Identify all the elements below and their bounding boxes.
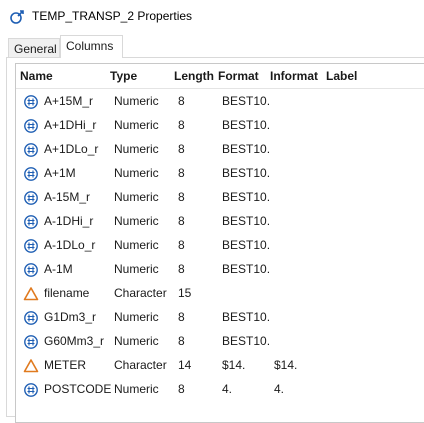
cell-name: G60Mm3_r <box>44 334 105 348</box>
table-row[interactable]: A+1M Numeric 8 BEST10. <box>16 162 424 186</box>
cell-name: A-15M_r <box>44 190 91 204</box>
table-row[interactable]: POSTCODE Numeric 8 4. 4. <box>16 378 424 402</box>
cell-name: A+1DLo_r <box>44 142 99 156</box>
cell-format: BEST10. <box>222 310 271 324</box>
table-properties-icon <box>10 10 24 24</box>
cell-length: 15 <box>178 286 192 300</box>
cell-name: A+1DHi_r <box>44 118 97 132</box>
numeric-icon <box>24 119 38 133</box>
cell-type: Numeric <box>114 262 159 276</box>
cell-length: 8 <box>178 382 185 396</box>
cell-length: 14 <box>178 358 192 372</box>
table-row[interactable]: A+1DHi_r Numeric 8 BEST10. <box>16 114 424 138</box>
cell-type: Numeric <box>114 142 159 156</box>
cell-format: BEST10. <box>222 334 271 348</box>
cell-type: Numeric <box>114 382 159 396</box>
cell-length: 8 <box>178 142 185 156</box>
cell-type: Numeric <box>114 190 159 204</box>
cell-length: 8 <box>178 166 185 180</box>
cell-format: BEST10. <box>222 118 271 132</box>
table-row[interactable]: METER Character 14 $14. $14. <box>16 354 424 378</box>
cell-format: $14. <box>222 358 246 372</box>
numeric-icon <box>24 143 38 157</box>
cell-type: Numeric <box>114 214 159 228</box>
numeric-icon <box>24 239 38 253</box>
table-row[interactable]: filename Character 15 <box>16 282 424 306</box>
numeric-icon <box>24 95 38 109</box>
header-label[interactable]: Label <box>326 69 357 83</box>
cell-format: BEST10. <box>222 190 271 204</box>
cell-length: 8 <box>178 238 185 252</box>
cell-length: 8 <box>178 190 185 204</box>
window-title: TEMP_TRANSP_2 Properties <box>32 9 193 23</box>
cell-name: A-1DHi_r <box>44 214 94 228</box>
table-row[interactable]: A+1DLo_r Numeric 8 BEST10. <box>16 138 424 162</box>
cell-format: BEST10. <box>222 214 271 228</box>
cell-name: POSTCODE <box>44 382 112 396</box>
cell-type: Numeric <box>114 94 159 108</box>
cell-name: filename <box>44 286 90 300</box>
cell-format: BEST10. <box>222 94 271 108</box>
cell-name: A+15M_r <box>44 94 94 108</box>
cell-length: 8 <box>178 310 185 324</box>
header-type[interactable]: Type <box>110 69 137 83</box>
cell-format: BEST10. <box>222 238 271 252</box>
columns-table[interactable]: Name Type Length Format Informat Label A… <box>15 63 424 423</box>
table-row[interactable]: A-15M_r Numeric 8 BEST10. <box>16 186 424 210</box>
cell-type: Numeric <box>114 118 159 132</box>
header-format[interactable]: Format <box>218 69 259 83</box>
table-row[interactable]: A-1DLo_r Numeric 8 BEST10. <box>16 234 424 258</box>
table-header: Name Type Length Format Informat Label <box>16 64 424 89</box>
cell-format: BEST10. <box>222 142 271 156</box>
numeric-icon <box>24 311 38 325</box>
cell-format: 4. <box>222 382 233 396</box>
cell-type: Character <box>114 358 167 372</box>
cell-name: A-1DLo_r <box>44 238 96 252</box>
cell-format: BEST10. <box>222 166 271 180</box>
cell-length: 8 <box>178 334 185 348</box>
header-length[interactable]: Length <box>174 69 214 83</box>
cell-informat: $14. <box>274 358 298 372</box>
numeric-icon <box>24 335 38 349</box>
cell-length: 8 <box>178 214 185 228</box>
table-row[interactable]: A+15M_r Numeric 8 BEST10. <box>16 90 424 114</box>
numeric-icon <box>24 383 38 397</box>
cell-type: Numeric <box>114 166 159 180</box>
cell-type: Numeric <box>114 334 159 348</box>
cell-name: G1Dm3_r <box>44 310 97 324</box>
table-row[interactable]: G60Mm3_r Numeric 8 BEST10. <box>16 330 424 354</box>
cell-length: 8 <box>178 94 185 108</box>
cell-informat: 4. <box>274 382 285 396</box>
numeric-icon <box>24 263 38 277</box>
header-name[interactable]: Name <box>20 69 53 83</box>
table-row[interactable]: A-1DHi_r Numeric 8 BEST10. <box>16 210 424 234</box>
numeric-icon <box>24 215 38 229</box>
cell-format: BEST10. <box>222 262 271 276</box>
cell-type: Character <box>114 286 167 300</box>
header-informat[interactable]: Informat <box>270 69 318 83</box>
tab-general[interactable]: General <box>8 38 60 57</box>
numeric-icon <box>24 167 38 181</box>
title-bar: TEMP_TRANSP_2 Properties <box>0 0 424 34</box>
cell-name: A+1M <box>44 166 76 180</box>
cell-type: Numeric <box>114 310 159 324</box>
numeric-icon <box>24 191 38 205</box>
tab-columns[interactable]: Columns <box>60 35 123 58</box>
table-row[interactable]: A-1M Numeric 8 BEST10. <box>16 258 424 282</box>
cell-length: 8 <box>178 262 185 276</box>
cell-name: A-1M <box>44 262 73 276</box>
character-icon <box>23 287 39 301</box>
cell-length: 8 <box>178 118 185 132</box>
cell-type: Numeric <box>114 238 159 252</box>
character-icon <box>23 359 39 373</box>
table-row[interactable]: G1Dm3_r Numeric 8 BEST10. <box>16 306 424 330</box>
cell-name: METER <box>44 358 86 372</box>
